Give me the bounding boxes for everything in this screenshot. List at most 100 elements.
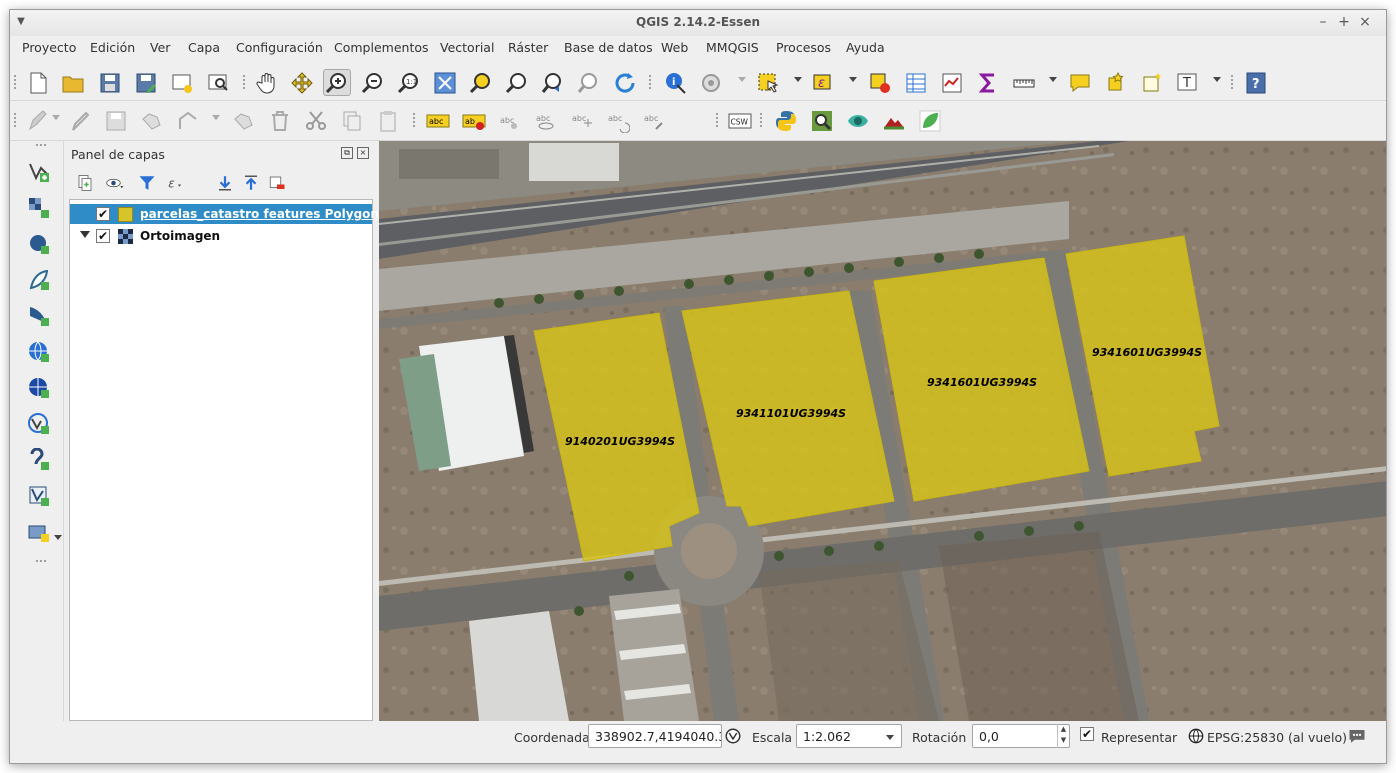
- layer-row-parcelas[interactable]: ✔ parcelas_catastro features Polygon: [70, 204, 379, 224]
- add-spatialite-layer-icon[interactable]: [24, 265, 54, 295]
- toolbar-grip[interactable]: [13, 74, 17, 90]
- map-canvas[interactable]: 9140201UG3994S 9341101UG3994S 9341601UG3…: [379, 141, 1386, 721]
- rotation-spinner[interactable]: ▲ ▼: [1057, 724, 1069, 748]
- remove-layer-icon[interactable]: [265, 171, 289, 195]
- select-features-icon[interactable]: [754, 69, 782, 96]
- copy-features-icon[interactable]: [338, 107, 366, 134]
- leaf-plugin-icon[interactable]: [916, 107, 944, 134]
- opengeo-plugin-icon[interactable]: [844, 107, 872, 134]
- toggle-editing-icon[interactable]: [66, 107, 94, 134]
- label-move-icon[interactable]: abc: [568, 107, 596, 134]
- menu-edicion[interactable]: Edición: [90, 40, 135, 55]
- toolbar-grip[interactable]: [35, 559, 47, 563]
- float-panel-button[interactable]: ⧉: [341, 147, 353, 159]
- layer-labeling-icon[interactable]: abc: [424, 107, 452, 134]
- statistical-summary-icon[interactable]: [974, 69, 1002, 96]
- pan-to-selection-icon[interactable]: [288, 69, 316, 96]
- select-by-expression-icon[interactable]: ε: [810, 69, 838, 96]
- scale-dropdown-icon[interactable]: [886, 735, 894, 740]
- annotation-dropdown-icon[interactable]: [1213, 77, 1221, 82]
- refresh-icon[interactable]: [611, 69, 639, 96]
- manage-visibility-icon[interactable]: [103, 171, 127, 195]
- action-dropdown-icon[interactable]: [738, 77, 746, 82]
- new-project-icon[interactable]: [24, 69, 52, 96]
- open-project-icon[interactable]: [59, 69, 87, 96]
- python-console-icon[interactable]: [772, 107, 800, 134]
- zoom-native-resolution-icon[interactable]: 1:1: [395, 69, 423, 96]
- expression-dropdown-icon[interactable]: [849, 77, 857, 82]
- add-mssql-layer-icon[interactable]: [24, 301, 54, 331]
- collapse-all-icon[interactable]: [239, 171, 263, 195]
- node-tool-icon[interactable]: [230, 107, 258, 134]
- menu-ayuda[interactable]: Ayuda: [846, 40, 885, 55]
- zoom-next-icon[interactable]: [575, 69, 603, 96]
- label-show-hide-icon[interactable]: abc: [532, 107, 560, 134]
- cut-features-icon[interactable]: [302, 107, 330, 134]
- toolbar-grip[interactable]: [13, 112, 17, 128]
- add-layer-dropdown-icon[interactable]: [54, 535, 62, 540]
- menu-proyecto[interactable]: Proyecto: [22, 40, 76, 55]
- menu-complementos[interactable]: Complementos: [334, 40, 429, 55]
- new-virtual-layer-icon[interactable]: [24, 517, 54, 547]
- save-layer-edits-icon[interactable]: [102, 107, 130, 134]
- messages-icon[interactable]: [1346, 726, 1368, 746]
- add-postgis-layer-icon[interactable]: [24, 229, 54, 259]
- add-group-icon[interactable]: [73, 171, 97, 195]
- current-edits-icon[interactable]: [24, 107, 52, 134]
- deselect-features-icon[interactable]: [866, 69, 894, 96]
- text-annotation-icon[interactable]: T: [1174, 69, 1202, 96]
- expand-all-icon[interactable]: [213, 171, 237, 195]
- label-rotate-icon[interactable]: abc: [604, 107, 632, 134]
- help-contents-icon[interactable]: ?: [1242, 69, 1270, 96]
- add-feature-icon[interactable]: [138, 107, 166, 134]
- maximize-button[interactable]: +: [1335, 13, 1353, 31]
- label-pin-icon[interactable]: ab: [460, 107, 488, 134]
- label-change-icon[interactable]: abc: [640, 107, 668, 134]
- toolbar-grip[interactable]: [759, 112, 763, 128]
- menu-configuracion[interactable]: Configuración: [236, 40, 323, 55]
- identify-features-icon[interactable]: i: [661, 69, 689, 96]
- menu-base-de-datos[interactable]: Base de datos: [564, 40, 653, 55]
- toolbar-grip[interactable]: [648, 74, 652, 90]
- new-shapefile-layer-icon[interactable]: [24, 481, 54, 511]
- measure-line-icon[interactable]: [1010, 69, 1038, 96]
- open-field-calculator-icon[interactable]: [938, 69, 966, 96]
- add-wfs-layer-icon[interactable]: [24, 409, 54, 439]
- composer-manager-icon[interactable]: [204, 69, 232, 96]
- zoom-in-icon[interactable]: [323, 69, 351, 96]
- csw-search-icon[interactable]: CSW: [726, 107, 754, 134]
- layer-row-ortoimagen[interactable]: ✔ Ortoimagen: [70, 226, 372, 246]
- save-project-icon[interactable]: [96, 69, 124, 96]
- toolbar-grip[interactable]: [1230, 74, 1234, 90]
- map-tips-icon[interactable]: [1066, 69, 1094, 96]
- label-highlight-pinned-icon[interactable]: abc: [496, 107, 524, 134]
- toolbar-grip[interactable]: [35, 143, 47, 147]
- paste-features-icon[interactable]: [374, 107, 402, 134]
- new-bookmark-icon[interactable]: [1102, 69, 1130, 96]
- geosearch-plugin-icon[interactable]: [808, 107, 836, 134]
- toolbar-grip[interactable]: [242, 74, 246, 90]
- run-feature-action-icon[interactable]: [697, 69, 725, 96]
- add-delimited-text-layer-icon[interactable]: [24, 445, 54, 475]
- menu-raster[interactable]: Ráster: [508, 40, 548, 55]
- move-dropdown-icon[interactable]: [212, 115, 220, 120]
- layer-visibility-checkbox[interactable]: ✔: [96, 229, 110, 243]
- crs-globe-icon[interactable]: [1187, 726, 1205, 746]
- toolbar-grip[interactable]: [412, 112, 416, 128]
- zoom-to-layer-icon[interactable]: [503, 69, 531, 96]
- layer-visibility-checkbox[interactable]: ✔: [96, 207, 110, 221]
- close-panel-button[interactable]: ×: [357, 147, 369, 159]
- toolbar-grip[interactable]: [715, 112, 719, 128]
- menu-ver[interactable]: Ver: [150, 40, 170, 55]
- menu-mmqgis[interactable]: MMQGIS: [706, 40, 759, 55]
- zoom-to-selection-icon[interactable]: [467, 69, 495, 96]
- menu-capa[interactable]: Capa: [188, 40, 220, 55]
- show-bookmarks-icon[interactable]: [1138, 69, 1166, 96]
- render-checkbox[interactable]: ✔: [1080, 727, 1094, 741]
- pan-hand-icon[interactable]: [253, 69, 281, 96]
- open-attribute-table-icon[interactable]: [902, 69, 930, 96]
- toggle-extents-icon[interactable]: [723, 724, 743, 748]
- edits-dropdown-icon[interactable]: [52, 115, 60, 120]
- measure-dropdown-icon[interactable]: [1049, 77, 1057, 82]
- menu-vectorial[interactable]: Vectorial: [440, 40, 494, 55]
